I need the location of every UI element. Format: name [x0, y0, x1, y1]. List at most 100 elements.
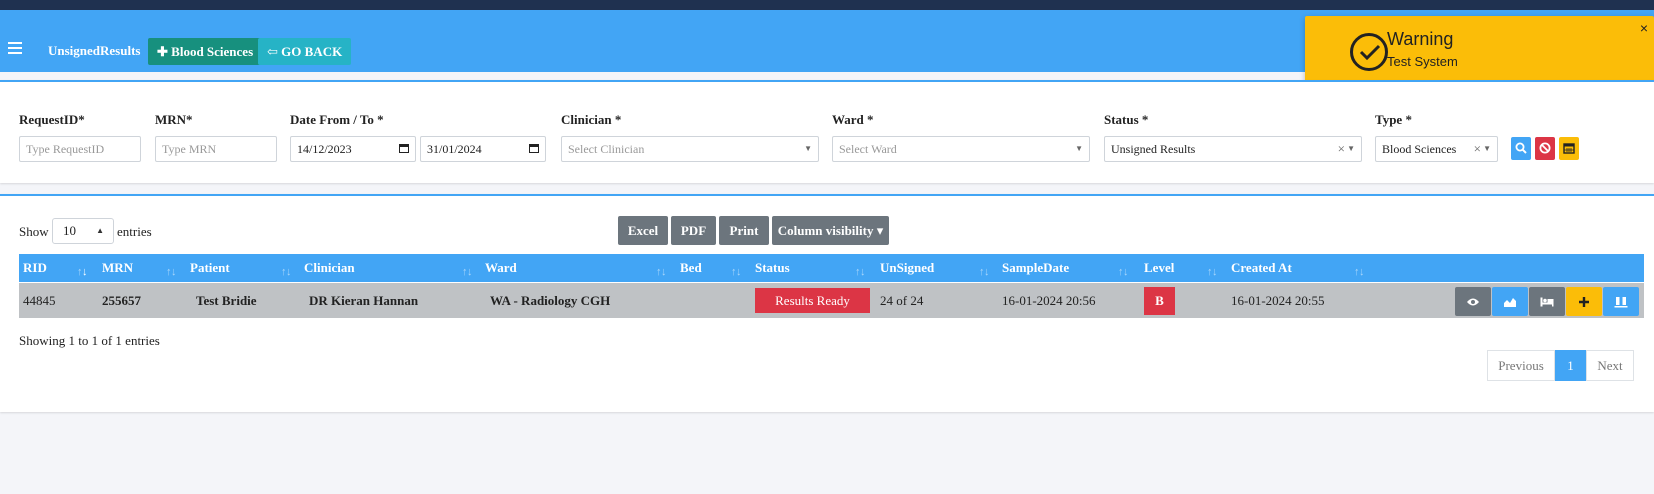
clinician-label: Clinician *	[561, 112, 622, 127]
calendar-icon[interactable]	[529, 144, 539, 153]
col-patient[interactable]: Patient	[190, 254, 230, 282]
clear-icon[interactable]: ×	[1474, 137, 1481, 161]
sort-icon[interactable]: ↑ ↓	[462, 265, 473, 281]
bed-icon	[1540, 297, 1554, 306]
test-tubes-icon	[1614, 296, 1628, 307]
cell-unsigned: 24 of 24	[880, 293, 924, 308]
request-id-input[interactable]: Type RequestID	[19, 136, 141, 162]
cell-patient: Test Bridie	[196, 293, 257, 308]
date-range-label: Date From / To *	[290, 112, 384, 127]
search-button[interactable]	[1511, 137, 1531, 160]
eye-icon	[1467, 298, 1479, 305]
clear-icon[interactable]: ×	[1338, 137, 1345, 161]
chevron-down-icon: ▼	[1347, 144, 1355, 153]
sort-icon[interactable]: ↑ ↓	[1118, 265, 1129, 281]
entries-length-select[interactable]: 10 ▲	[52, 218, 114, 244]
mrn-input[interactable]: Type MRN	[155, 136, 277, 162]
search-icon	[1515, 142, 1527, 154]
go-back-button[interactable]: ⇦ GO BACK	[258, 38, 352, 65]
cell-rid: 44845	[23, 293, 56, 308]
type-label: Type *	[1375, 112, 1412, 127]
sort-icon[interactable]: ↑ ↓	[281, 265, 292, 281]
request-id-label: RequestID*	[19, 112, 85, 127]
chevron-down-icon: ▼	[1483, 144, 1491, 153]
app-title: UnsignedResults	[48, 43, 141, 58]
cell-ward: WA - Radiology CGH	[490, 293, 611, 308]
plus-icon	[1579, 296, 1589, 307]
blood-sciences-button[interactable]: ✚ Blood Sciences	[148, 38, 263, 65]
top-strip	[0, 0, 1654, 10]
col-mrn[interactable]: MRN	[102, 254, 133, 282]
sort-icon[interactable]: ↑ ↓	[731, 265, 742, 281]
ward-select[interactable]: Select Ward ▼	[832, 136, 1090, 162]
cell-mrn: 255657	[102, 293, 141, 308]
sort-icon[interactable]: ↑ ↓	[77, 265, 88, 281]
type-select[interactable]: Blood Sciences × ▼	[1375, 136, 1498, 162]
check-circle-icon	[1350, 33, 1388, 71]
calendar-button[interactable]	[1559, 137, 1579, 160]
blood-sciences-label: Blood Sciences	[171, 44, 254, 59]
chevron-down-icon: ▼	[804, 144, 812, 153]
chart-button[interactable]	[1492, 287, 1528, 316]
add-button[interactable]	[1566, 287, 1602, 316]
entries-label: entries	[117, 224, 152, 239]
sort-icon[interactable]: ↑ ↓	[1207, 265, 1218, 281]
clinician-select[interactable]: Select Clinician ▼	[561, 136, 819, 162]
view-button[interactable]	[1455, 287, 1491, 316]
bed-button[interactable]	[1529, 287, 1565, 316]
ward-label: Ward *	[832, 112, 874, 127]
ban-icon	[1539, 142, 1551, 154]
col-clinician[interactable]: Clinician	[304, 254, 355, 282]
chevron-updown-icon: ▲	[96, 226, 104, 235]
date-to-value: 31/01/2024	[427, 142, 482, 156]
print-button[interactable]: Print	[719, 216, 769, 245]
level-badge: B	[1144, 287, 1175, 315]
status-value: Unsigned Results	[1111, 142, 1196, 156]
status-badge: Results Ready	[755, 288, 870, 313]
sort-icon[interactable]: ↑ ↓	[1354, 265, 1365, 281]
pagination-next[interactable]: Next	[1586, 350, 1634, 381]
column-visibility-button[interactable]: Column visibility ▾	[772, 216, 889, 245]
excel-button[interactable]: Excel	[618, 216, 668, 245]
date-from-input[interactable]: 14/12/2023	[290, 136, 416, 162]
cell-clinician: DR Kieran Hannan	[309, 293, 419, 308]
calendar-icon[interactable]	[399, 144, 409, 153]
cell-created-at: 16-01-2024 20:55	[1231, 293, 1325, 308]
col-sample-date[interactable]: SampleDate	[1002, 254, 1069, 282]
pagination-page-1[interactable]: 1	[1555, 350, 1586, 381]
clinician-placeholder: Select Clinician	[568, 142, 645, 156]
col-rid[interactable]: RID	[23, 254, 47, 282]
col-status[interactable]: Status	[755, 254, 790, 282]
pagination-previous[interactable]: Previous	[1487, 350, 1555, 381]
calendar-icon	[1563, 143, 1575, 154]
pdf-button[interactable]: PDF	[671, 216, 716, 245]
sort-icon[interactable]: ↑ ↓	[979, 265, 990, 281]
date-to-input[interactable]: 31/01/2024	[420, 136, 546, 162]
table-row[interactable]: 44845 255657 Test Bridie DR Kieran Hanna…	[19, 283, 1644, 318]
sort-icon[interactable]: ↑ ↓	[855, 265, 866, 281]
entries-value: 10	[63, 223, 76, 238]
sort-icon[interactable]: ↑ ↓	[166, 265, 177, 281]
toast-close-icon[interactable]: ×	[1640, 20, 1648, 36]
toast-message: Test System	[1387, 54, 1458, 69]
status-select[interactable]: Unsigned Results × ▼	[1104, 136, 1362, 162]
type-value: Blood Sciences	[1382, 142, 1457, 156]
col-created-at[interactable]: Created At	[1231, 254, 1292, 282]
sample-tubes-button[interactable]	[1603, 287, 1639, 316]
results-panel: Show 10 ▲ entries Excel PDF Print Column…	[0, 194, 1654, 412]
clear-filters-button[interactable]	[1535, 137, 1555, 160]
area-chart-icon	[1504, 297, 1516, 307]
date-from-value: 14/12/2023	[297, 142, 352, 156]
col-level[interactable]: Level	[1144, 254, 1174, 282]
toast-title: Warning	[1387, 29, 1454, 49]
cell-sample-date: 16-01-2024 20:56	[1002, 293, 1096, 308]
ward-placeholder: Select Ward	[839, 142, 897, 156]
status-label: Status *	[1104, 112, 1149, 127]
go-back-label: GO BACK	[281, 44, 343, 59]
col-ward[interactable]: Ward	[485, 254, 517, 282]
filter-panel: RequestID* Type RequestID MRN* Type MRN …	[0, 80, 1654, 183]
col-unsigned[interactable]: UnSigned	[880, 254, 934, 282]
hamburger-menu-icon[interactable]	[8, 42, 22, 54]
col-bed[interactable]: Bed	[680, 254, 702, 282]
sort-icon[interactable]: ↑ ↓	[656, 265, 667, 281]
